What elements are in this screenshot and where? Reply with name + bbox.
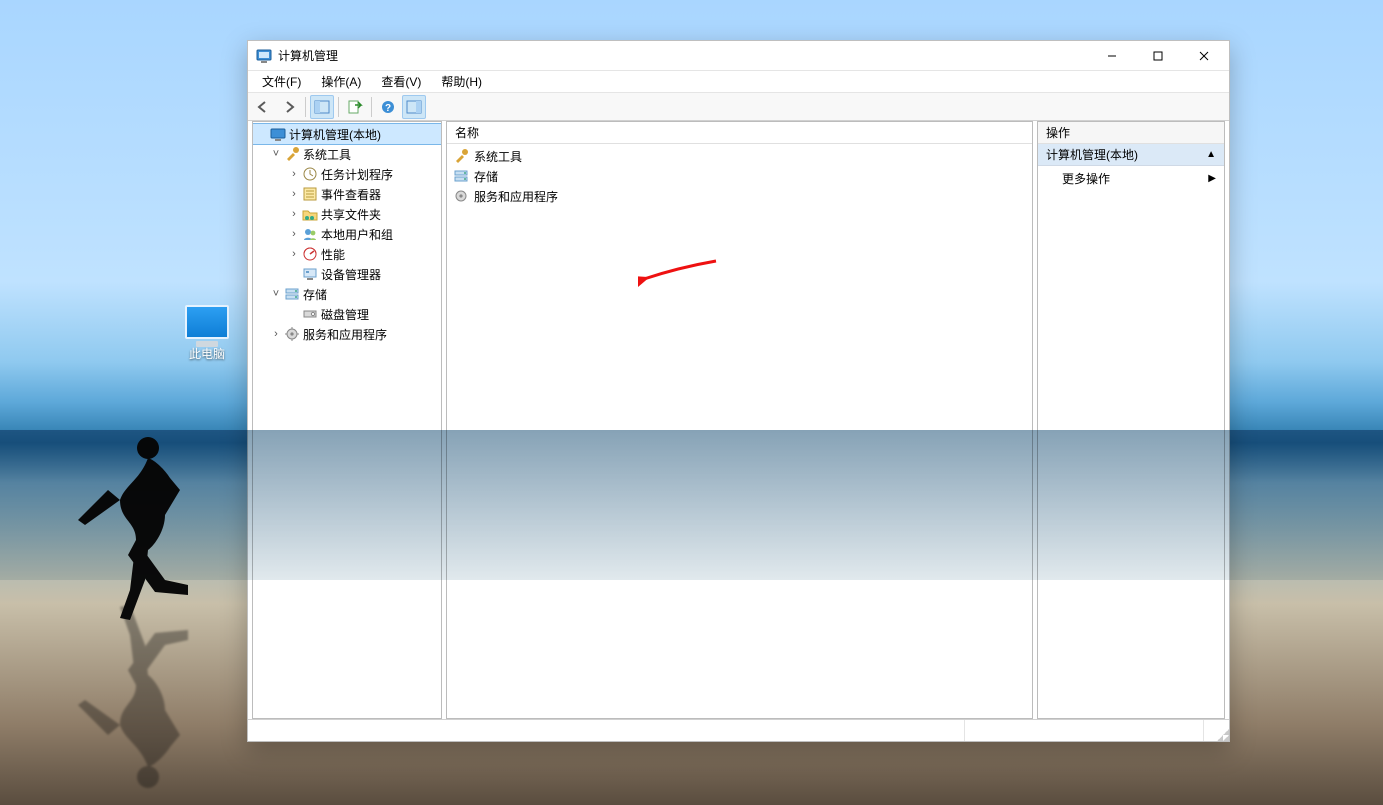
statusbar bbox=[248, 719, 1229, 741]
tree-performance[interactable]: › 性能 bbox=[253, 244, 441, 264]
users-icon bbox=[302, 226, 318, 242]
list-item-system-tools[interactable]: 系统工具 bbox=[447, 146, 1032, 166]
client-area: 计算机管理(本地) ˅ 系统工具 › bbox=[248, 121, 1229, 741]
titlebar[interactable]: 计算机管理 bbox=[248, 41, 1229, 71]
menu-view[interactable]: 查看(V) bbox=[371, 71, 431, 92]
tree-label: 磁盘管理 bbox=[321, 306, 369, 323]
forward-button[interactable] bbox=[277, 95, 301, 119]
services-icon bbox=[453, 188, 469, 204]
tree-label: 系统工具 bbox=[303, 146, 351, 163]
tree-storage[interactable]: ˅ 存储 bbox=[253, 284, 441, 304]
window-title: 计算机管理 bbox=[278, 47, 1089, 64]
disk-icon bbox=[302, 306, 318, 322]
actions-more[interactable]: 更多操作 ▶ bbox=[1038, 166, 1224, 190]
toolbar-separator bbox=[305, 97, 306, 117]
menu-help[interactable]: 帮助(H) bbox=[431, 71, 492, 92]
status-cell bbox=[248, 720, 964, 741]
actions-context[interactable]: 计算机管理(本地) ▲ bbox=[1038, 144, 1224, 166]
expand-icon[interactable]: › bbox=[287, 208, 301, 220]
status-cell bbox=[964, 720, 1204, 741]
collapse-icon[interactable]: ˅ bbox=[269, 288, 283, 300]
clock-icon bbox=[302, 166, 318, 182]
event-log-icon bbox=[302, 186, 318, 202]
services-icon bbox=[284, 326, 300, 342]
content-list-pane: 名称 系统工具 存储 服务和应用程序 bbox=[446, 121, 1033, 719]
tree-root-computer-management[interactable]: 计算机管理(本地) bbox=[253, 124, 441, 144]
actions-context-label: 计算机管理(本地) bbox=[1046, 146, 1138, 163]
menubar: 文件(F) 操作(A) 查看(V) 帮助(H) bbox=[248, 71, 1229, 93]
tree-shared-folders[interactable]: › 共享文件夹 bbox=[253, 204, 441, 224]
tree-label: 性能 bbox=[321, 246, 345, 263]
computer-management-window: 计算机管理 文件(F) 操作(A) 查看(V) 帮助(H) ? bbox=[247, 40, 1230, 742]
resize-grip[interactable] bbox=[1203, 720, 1229, 741]
list-item-storage[interactable]: 存储 bbox=[447, 166, 1032, 186]
navigation-tree-pane: 计算机管理(本地) ˅ 系统工具 › bbox=[252, 121, 442, 719]
app-icon bbox=[256, 48, 272, 64]
tree-label: 共享文件夹 bbox=[321, 206, 381, 223]
tree-label: 本地用户和组 bbox=[321, 226, 393, 243]
device-manager-icon bbox=[302, 266, 318, 282]
list-item-services-apps[interactable]: 服务和应用程序 bbox=[447, 186, 1032, 206]
show-hide-tree-button[interactable] bbox=[310, 95, 334, 119]
tree-device-manager[interactable]: 设备管理器 bbox=[253, 264, 441, 284]
expand-icon[interactable]: › bbox=[269, 328, 283, 340]
menu-file[interactable]: 文件(F) bbox=[252, 71, 311, 92]
menu-action[interactable]: 操作(A) bbox=[311, 71, 371, 92]
actions-header-label: 操作 bbox=[1046, 124, 1070, 141]
actions-more-label: 更多操作 bbox=[1062, 170, 1110, 187]
tools-icon bbox=[284, 146, 300, 162]
computer-icon bbox=[185, 305, 229, 339]
chevron-right-icon: ▶ bbox=[1208, 173, 1216, 184]
tree-label: 存储 bbox=[303, 286, 327, 303]
tree-system-tools[interactable]: ˅ 系统工具 bbox=[253, 144, 441, 164]
list-item-label: 存储 bbox=[474, 168, 498, 185]
storage-icon bbox=[284, 286, 300, 302]
wallpaper-runner bbox=[70, 430, 190, 620]
back-button[interactable] bbox=[251, 95, 275, 119]
show-hide-action-pane-button[interactable] bbox=[402, 95, 426, 119]
tree-label: 服务和应用程序 bbox=[303, 326, 387, 343]
desktop-icon-label: 此电脑 bbox=[189, 347, 225, 361]
export-list-button[interactable] bbox=[343, 95, 367, 119]
list-column-header-name[interactable]: 名称 bbox=[447, 122, 1032, 144]
desktop-wallpaper: 此电脑 计算机管理 文件(F) 操作( bbox=[0, 0, 1383, 805]
desktop-icon-this-pc[interactable]: 此电脑 bbox=[172, 305, 242, 362]
tools-icon bbox=[453, 148, 469, 164]
toolbar: ? bbox=[248, 93, 1229, 121]
list-item-label: 系统工具 bbox=[474, 148, 522, 165]
shared-folder-icon bbox=[302, 206, 318, 222]
expand-icon[interactable]: › bbox=[287, 228, 301, 240]
performance-icon bbox=[302, 246, 318, 262]
toolbar-separator bbox=[338, 97, 339, 117]
tree-label: 事件查看器 bbox=[321, 186, 381, 203]
list-item-label: 服务和应用程序 bbox=[474, 188, 558, 205]
expand-icon[interactable]: › bbox=[287, 188, 301, 200]
toolbar-separator bbox=[371, 97, 372, 117]
close-button[interactable] bbox=[1181, 41, 1227, 71]
minimize-button[interactable] bbox=[1089, 41, 1135, 71]
actions-header: 操作 bbox=[1038, 122, 1224, 144]
tree-event-viewer[interactable]: › 事件查看器 bbox=[253, 184, 441, 204]
collapse-icon[interactable]: ˅ bbox=[269, 148, 283, 160]
maximize-button[interactable] bbox=[1135, 41, 1181, 71]
wallpaper-runner-reflection bbox=[70, 605, 190, 795]
expand-icon[interactable]: › bbox=[287, 248, 301, 260]
tree-task-scheduler[interactable]: › 任务计划程序 bbox=[253, 164, 441, 184]
tree-label: 设备管理器 bbox=[321, 266, 381, 283]
tree-label: 计算机管理(本地) bbox=[289, 126, 381, 143]
tree-label: 任务计划程序 bbox=[321, 166, 393, 183]
expand-icon[interactable]: › bbox=[287, 168, 301, 180]
storage-icon bbox=[453, 168, 469, 184]
help-button[interactable]: ? bbox=[376, 95, 400, 119]
navigation-tree: 计算机管理(本地) ˅ 系统工具 › bbox=[253, 122, 441, 346]
chevron-up-icon: ▲ bbox=[1206, 149, 1216, 160]
column-label: 名称 bbox=[455, 124, 479, 141]
tree-services-apps[interactable]: › 服务和应用程序 bbox=[253, 324, 441, 344]
tree-local-users-groups[interactable]: › 本地用户和组 bbox=[253, 224, 441, 244]
tree-disk-management[interactable]: 磁盘管理 bbox=[253, 304, 441, 324]
actions-pane: 操作 计算机管理(本地) ▲ 更多操作 ▶ bbox=[1037, 121, 1225, 719]
computer-management-icon bbox=[270, 126, 286, 142]
svg-text:?: ? bbox=[385, 103, 391, 114]
